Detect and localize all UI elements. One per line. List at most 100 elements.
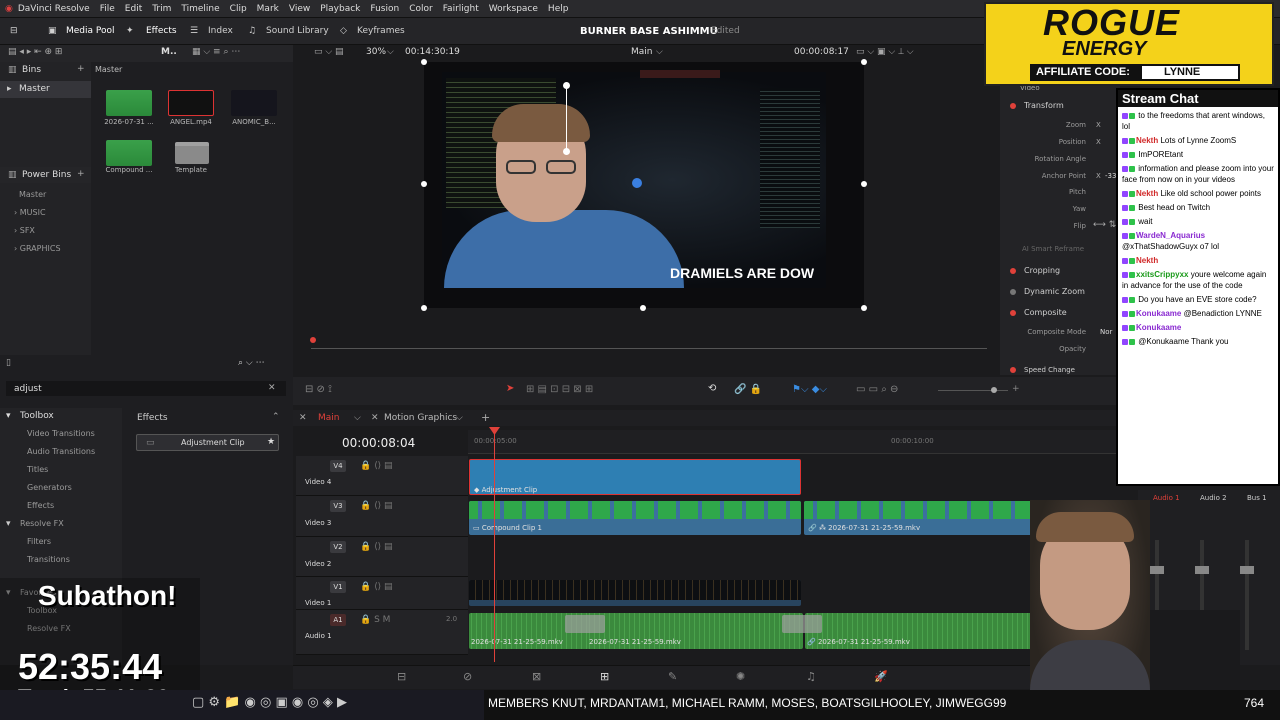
search-icon[interactable]: ⌕ ⌵ ⋯ (238, 358, 265, 368)
toolbox-chevron-icon[interactable]: ▾ (6, 411, 11, 421)
pool-breadcrumb[interactable]: Master (95, 65, 122, 74)
handle-br[interactable] (861, 305, 867, 311)
track-header-v4[interactable]: V4 Video 4 🔒 ⟨⟩ ▤ (296, 456, 468, 496)
layout-icon[interactable]: ⊟ (10, 18, 18, 45)
index-button[interactable]: Index (208, 18, 233, 45)
keyframes-icon[interactable]: ◇ (340, 18, 347, 45)
tree-transitions[interactable]: Transitions (27, 555, 70, 564)
timeline-playhead[interactable] (494, 430, 495, 662)
power-item-music[interactable]: › MUSIC (14, 208, 46, 217)
zoom-in-icon[interactable]: + (1012, 384, 1020, 394)
composite-dot[interactable] (1010, 309, 1016, 316)
close-tab2-icon[interactable]: ✕ (371, 413, 379, 423)
bins-toggle-icon[interactable]: ▥ (8, 65, 17, 75)
handle-left[interactable] (421, 181, 427, 187)
chat-username[interactable]: Nekth (1136, 136, 1158, 145)
audio-transition-1[interactable] (565, 615, 605, 633)
audio-transition-2[interactable] (782, 615, 822, 633)
speed-change-dot[interactable] (1010, 367, 1016, 373)
sound-library-icon[interactable]: ♫ (248, 18, 256, 45)
add-power-bin-icon[interactable]: + (77, 169, 85, 179)
chat-username[interactable]: Konukaame (1136, 309, 1181, 318)
menu-edit[interactable]: Edit (120, 0, 147, 18)
mixer-channel-audio1[interactable]: Audio 1 (1153, 494, 1180, 502)
clip-thumb-4[interactable] (106, 140, 152, 166)
menu-help[interactable]: Help (543, 0, 574, 18)
track-header-a1[interactable]: A1 Audio 1 🔒 S M 2.0 (296, 610, 468, 655)
menu-timeline[interactable]: Timeline (176, 0, 224, 18)
close-tab-icon[interactable]: ✕ (299, 413, 307, 423)
menu-workspace[interactable]: Workspace (484, 0, 543, 18)
track-controls-a1[interactable]: 🔒 S M (360, 615, 390, 625)
inspector-dynamic-zoom[interactable]: Dynamic Zoom (1010, 287, 1085, 296)
media-pool-button[interactable]: Media Pool (66, 18, 115, 45)
tab-main[interactable]: Main (318, 413, 340, 423)
clip-thumb-3[interactable] (231, 90, 277, 116)
tree-video-transitions[interactable]: Video Transitions (27, 429, 95, 438)
tree-effects[interactable]: Effects (27, 501, 54, 510)
fader-knob-3[interactable] (1240, 566, 1254, 574)
chat-username[interactable]: Nekth (1136, 189, 1158, 198)
transform-enabled-dot[interactable] (1010, 102, 1016, 109)
menu-playback[interactable]: Playback (315, 0, 365, 18)
snap-icon[interactable]: ⟲ (708, 383, 716, 394)
taskbar-icons[interactable]: ▢ ⚙ 📁 ◉ ◎ ▣ ◉ ◎ ◈ ▶ (192, 695, 347, 710)
viewer-zoom[interactable]: 30% (366, 47, 386, 57)
power-bins-icon[interactable]: ▥ (8, 170, 17, 180)
pool-m-button[interactable]: M.. (161, 47, 177, 57)
handle-top[interactable] (563, 82, 570, 89)
zoom-slider-knob[interactable] (991, 387, 997, 393)
tree-generators[interactable]: Generators (27, 483, 72, 492)
menu-view[interactable]: View (284, 0, 315, 18)
favorite-star-icon[interactable]: ★ (267, 437, 275, 447)
inspector-transform[interactable]: Transform (1010, 101, 1064, 110)
track-id-v1[interactable]: V1 (330, 581, 346, 593)
track-id-v2[interactable]: V2 (330, 541, 346, 553)
handle-center[interactable] (563, 148, 570, 155)
page-cut2-icon[interactable]: ⊠ (532, 670, 541, 683)
clip-thumb-2[interactable] (168, 90, 214, 116)
mixer-channel-bus1[interactable]: Bus 1 (1247, 494, 1267, 502)
zoom-slider[interactable] (938, 390, 1008, 391)
power-item-sfx[interactable]: › SFX (14, 226, 35, 235)
page-color-icon[interactable]: ✺ (736, 670, 745, 683)
tab2-dropdown-icon[interactable]: ⌵ (456, 413, 463, 423)
track-header-v1[interactable]: V1 Video 1 🔒 ⟨⟩ ▤ (296, 577, 468, 610)
viewer-options-icons[interactable]: ▭ ⌵ ▣ ⌵ ⟂ ⌵ (856, 47, 914, 57)
effects-button[interactable]: Effects (146, 18, 177, 45)
fader-knob-2[interactable] (1195, 566, 1209, 574)
smart-reframe-label[interactable]: AI Smart Reframe (1022, 245, 1084, 253)
zoom-icons[interactable]: ▭ ▭ ⌕ ⊖ (856, 384, 898, 395)
add-tab-icon[interactable]: + (481, 411, 490, 424)
viewer-timeline-name[interactable]: Main (631, 47, 653, 57)
track-id-v3[interactable]: V3 (330, 500, 346, 512)
davinci-logo-icon[interactable]: ◉ (0, 0, 18, 18)
tab-motion-graphics[interactable]: Motion Graphics (384, 413, 457, 423)
viewer-playhead[interactable] (310, 337, 316, 343)
track-header-v2[interactable]: V2 Video 2 🔒 ⟨⟩ ▤ (296, 537, 468, 577)
tree-resolve-fx[interactable]: Resolve FX (20, 519, 64, 528)
clip-thumb-1[interactable] (106, 90, 152, 116)
pool-toolbar-icons[interactable]: ▤ ◂ ▸ ⇤ ⊕ ⊞ (8, 47, 62, 57)
clear-search-icon[interactable]: ✕ (268, 383, 276, 393)
collapse-icon[interactable]: ⌃ (272, 412, 280, 422)
index-icon[interactable]: ☰ (190, 18, 198, 45)
chat-username[interactable]: Nekth (1136, 256, 1158, 265)
track-controls-v3[interactable]: 🔒 ⟨⟩ ▤ (360, 501, 392, 511)
flip-buttons-icon[interactable]: ⟷ ⇅ (1093, 220, 1116, 230)
toolbox-label[interactable]: Toolbox (20, 411, 54, 421)
composite-mode-value[interactable]: Nor (1100, 328, 1112, 336)
handle-tl[interactable] (421, 59, 427, 65)
tree-titles[interactable]: Titles (27, 465, 48, 474)
tree-filters[interactable]: Filters (27, 537, 51, 546)
track-controls-v2[interactable]: 🔒 ⟨⟩ ▤ (360, 542, 392, 552)
compound-clip[interactable]: ▭ Compound Clip 1 (469, 501, 801, 535)
tab-dropdown-icon[interactable]: ⌵ (354, 413, 361, 423)
link-lock-icons[interactable]: 🔗 🔒 (734, 384, 762, 395)
track-controls-v4[interactable]: 🔒 ⟨⟩ ▤ (360, 461, 392, 471)
chat-username[interactable]: WardeN_Aquarius (1136, 231, 1205, 240)
timeline-layout-icons[interactable]: ⊟ ⊘ ⟟ (305, 384, 332, 395)
keyframes-button[interactable]: Keyframes (357, 18, 405, 45)
inspector-composite[interactable]: Composite (1010, 308, 1067, 317)
power-master[interactable]: Master (19, 190, 46, 199)
